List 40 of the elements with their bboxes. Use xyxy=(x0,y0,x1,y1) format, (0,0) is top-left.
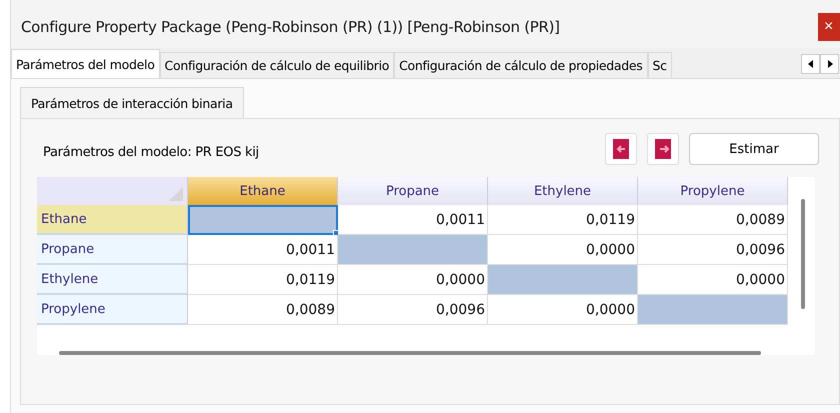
tab[interactable]: Sc xyxy=(648,52,672,78)
table-cell[interactable]: 0,0000 xyxy=(338,265,488,295)
window-title: Configure Property Package (Peng-Robinson (PR) (1)) [Peng-Robinson (PR)] xyxy=(20,17,560,36)
column-header[interactable]: Propane xyxy=(338,177,488,205)
column-header[interactable]: Ethylene xyxy=(488,177,638,205)
scroll-left-button[interactable] xyxy=(801,54,820,74)
scroll-right-button[interactable] xyxy=(820,54,839,74)
column-header[interactable]: Ethane xyxy=(188,177,338,205)
arrow-in-icon xyxy=(613,139,629,159)
tab[interactable]: Configuración de cálculo de equilibrio xyxy=(160,52,394,78)
column-header[interactable]: Propylene xyxy=(638,177,788,205)
horizontal-scrollbar[interactable] xyxy=(59,351,761,355)
estimate-button[interactable]: Estimar xyxy=(689,133,819,165)
table-cell[interactable]: 0,0000 xyxy=(488,235,638,265)
select-all-icon xyxy=(169,187,183,201)
vertical-scrollbar[interactable] xyxy=(801,199,805,309)
table-cell[interactable]: 0,0119 xyxy=(488,205,638,235)
export-button[interactable] xyxy=(647,133,679,165)
table-cell[interactable]: 0,0089 xyxy=(638,205,788,235)
import-button[interactable] xyxy=(605,133,637,165)
arrow-out-icon xyxy=(655,139,671,159)
table-cell[interactable]: 0,0000 xyxy=(488,295,638,325)
tab[interactable]: Configuración de cálculo de propiedades xyxy=(394,52,648,78)
model-label: Parámetros del modelo: PR EOS kij xyxy=(42,144,260,160)
row-header[interactable]: Ethane xyxy=(37,205,188,235)
row-header[interactable]: Ethylene xyxy=(37,265,188,295)
close-button[interactable]: × xyxy=(818,13,840,41)
row-header[interactable]: Propane xyxy=(37,235,188,265)
tab[interactable]: Parámetros del modelo xyxy=(11,49,160,78)
table-cell[interactable]: 0,0119 xyxy=(188,265,338,295)
table-cell[interactable]: 0,0011 xyxy=(338,205,488,235)
row-header[interactable]: Propylene xyxy=(37,295,188,325)
right-arrow-icon xyxy=(826,60,832,68)
left-arrow-icon xyxy=(808,60,814,68)
table-cell[interactable]: 0,0096 xyxy=(338,295,488,325)
tab[interactable]: Parámetros de interacción binaria xyxy=(20,87,244,118)
table-cell[interactable]: 0,0011 xyxy=(188,235,338,265)
table-cell[interactable]: 0,0000 xyxy=(638,265,788,295)
table-cell[interactable]: 0,0096 xyxy=(638,235,788,265)
table-cell[interactable]: 0,0089 xyxy=(188,295,338,325)
